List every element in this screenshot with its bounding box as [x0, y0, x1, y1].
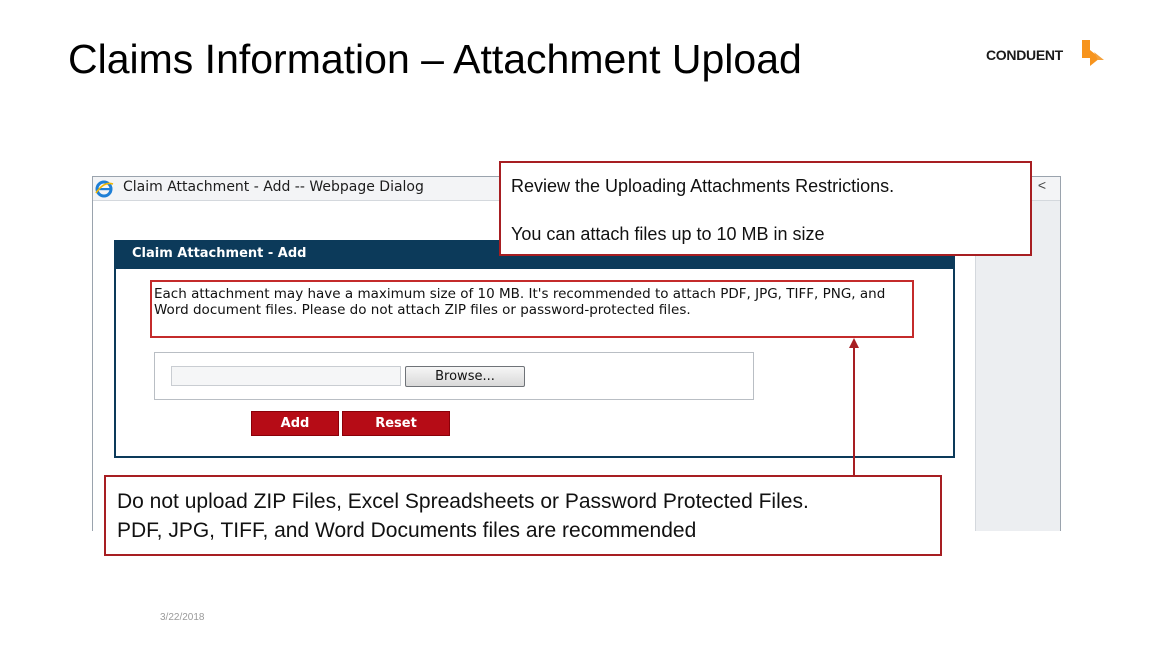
callout-bottom-line2: PDF, JPG, TIFF, and Word Documents files… [117, 519, 697, 542]
restrictions-callout: Review the Uploading Attachments Restric… [499, 161, 1032, 256]
callout-bottom-line1: Do not upload ZIP Files, Excel Spreadshe… [117, 490, 809, 513]
file-type-callout: Do not upload ZIP Files, Excel Spreadshe… [104, 475, 942, 556]
callout-top-line2: You can attach files up to 10 MB in size [511, 224, 825, 244]
callout-top-line1: Review the Uploading Attachments Restric… [511, 176, 895, 196]
slide-date: 3/22/2018 [160, 612, 205, 623]
